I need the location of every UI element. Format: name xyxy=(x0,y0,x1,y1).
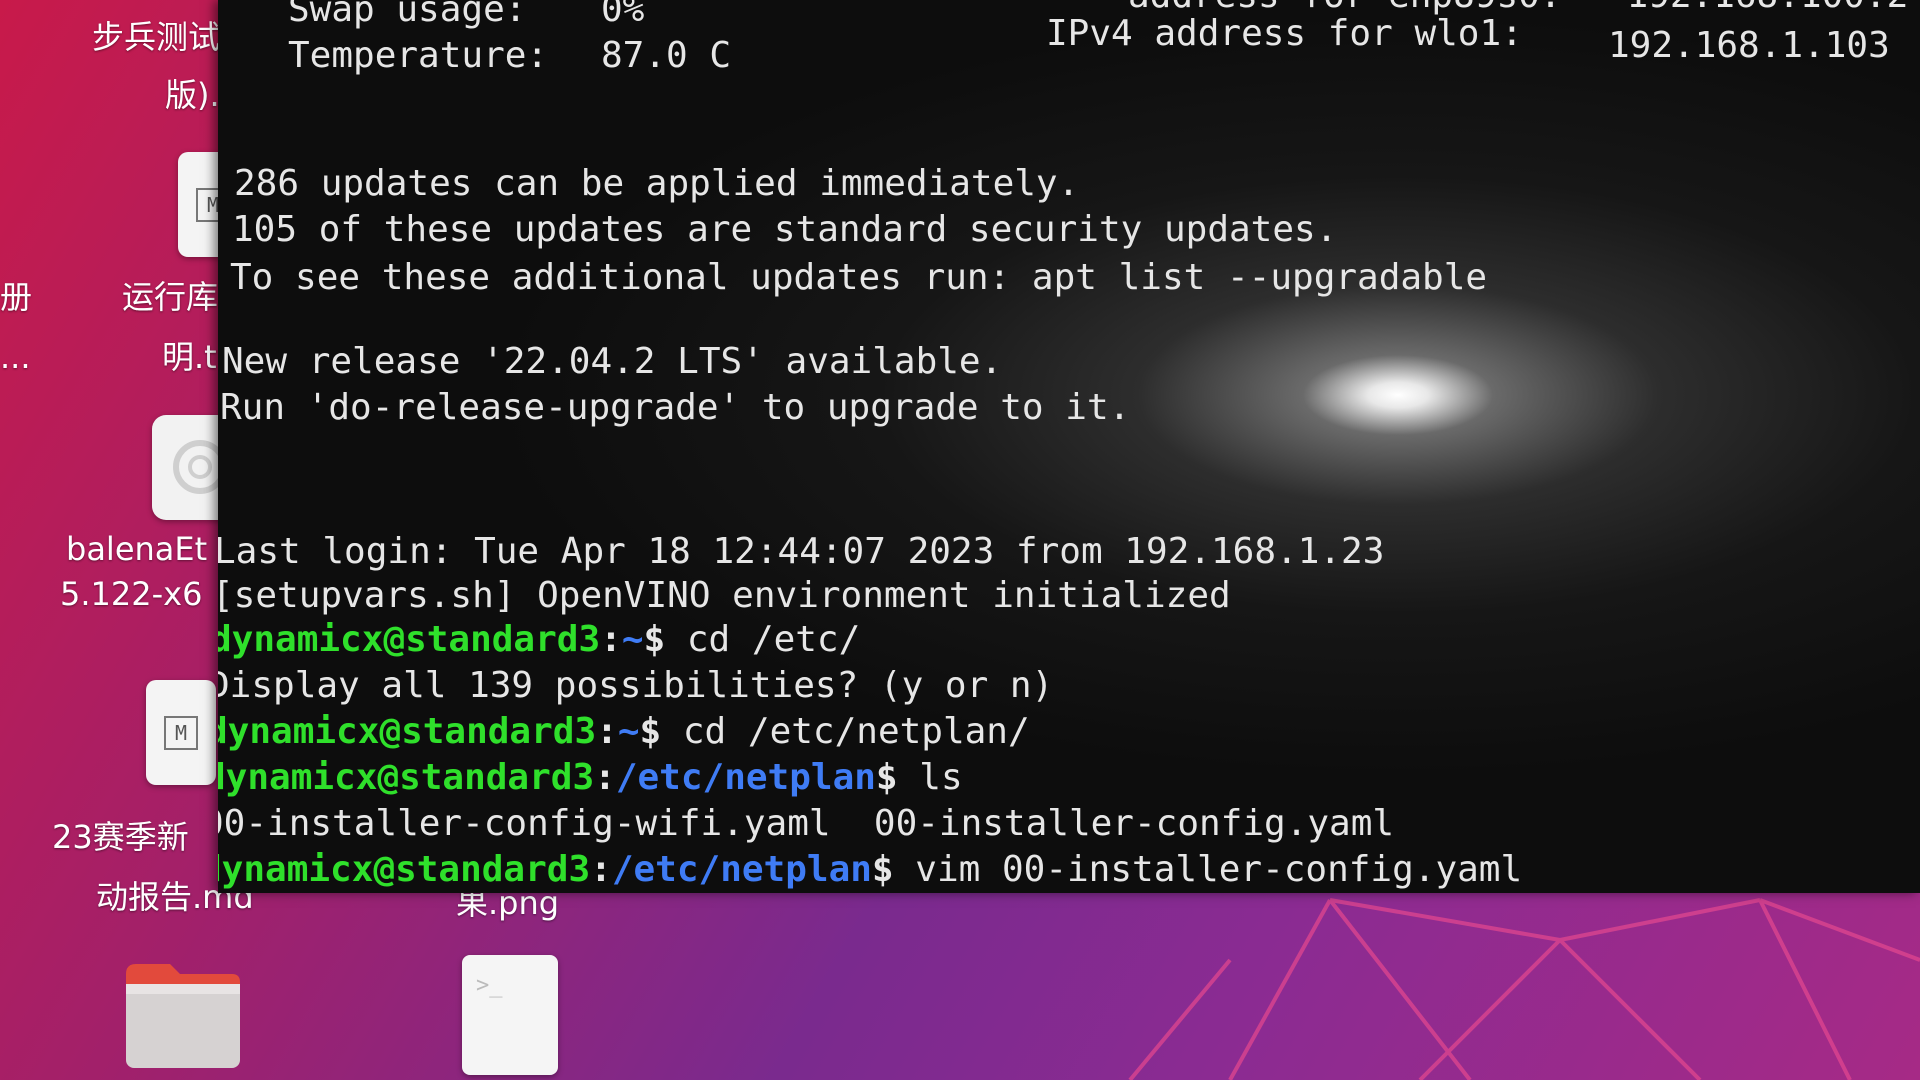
prompt-line-current[interactable]: dynamicx@standard3:/etc/netplan$ vim 00-… xyxy=(218,848,1522,892)
desktop-icon-label[interactable]: 步兵测试 xyxy=(92,12,220,58)
ipv4-value: 192.168.1.103 xyxy=(1608,25,1890,66)
desktop-icon-label-partial[interactable]: 册 xyxy=(0,272,32,318)
temperature-value: 87.0 C xyxy=(601,35,732,76)
release-line: Run 'do-release-upgrade' to upgrade to i… xyxy=(220,387,1131,428)
updates-line: To see these additional updates run: apt… xyxy=(230,257,1488,298)
desktop: 步兵测试 版).p M 册 ... 运行库 明.t balenaEt 5.122… xyxy=(0,0,1920,1080)
desktop-icon-label-partial[interactable]: ... xyxy=(0,338,31,376)
prompt-line: dynamicx@standard3:/etc/netplan$ ls xyxy=(218,757,963,798)
desktop-icon-label[interactable]: 明.t xyxy=(162,332,217,378)
updates-line: 286 updates can be applied immediately. xyxy=(234,163,1080,204)
desktop-icon-label[interactable]: 5.122-x6 xyxy=(60,575,202,613)
markdown-file-icon[interactable]: M xyxy=(146,680,216,785)
desktop-icon-label[interactable]: balenaEt xyxy=(66,530,207,568)
temperature-label: Temperature: xyxy=(288,35,549,76)
prompt-line: dynamicx@standard3:~$ cd /etc/ xyxy=(218,619,861,660)
ipv4-label: IPv4 address for wlo1: xyxy=(1046,13,1523,54)
setupvars-line: [setupvars.sh] OpenVINO environment init… xyxy=(218,575,1231,616)
updates-line: 105 of these updates are standard securi… xyxy=(232,209,1338,250)
output-line: Display all 139 possibilities? (y or n) xyxy=(218,665,1054,706)
desktop-icon-label[interactable]: 23赛季新 xyxy=(52,812,189,858)
swap-label: Swap usage: xyxy=(288,0,527,30)
last-login-line: Last login: Tue Apr 18 12:44:07 2023 fro… xyxy=(218,531,1385,572)
terminal-window[interactable]: Swap usage: 0% Temperature: 87.0 C addre… xyxy=(218,0,1920,893)
desktop-icon-label[interactable]: 运行库 xyxy=(122,272,218,318)
terminal-app-icon[interactable]: >_ xyxy=(462,955,558,1075)
output-line: 00-installer-config-wifi.yaml 00-install… xyxy=(218,803,1395,844)
folder-icon[interactable] xyxy=(122,960,244,1072)
release-line: New release '22.04.2 LTS' available. xyxy=(222,341,1003,382)
swap-value: 0% xyxy=(601,0,645,30)
prompt-line: dynamicx@standard3:~$ cd /etc/netplan/ xyxy=(218,711,1030,752)
